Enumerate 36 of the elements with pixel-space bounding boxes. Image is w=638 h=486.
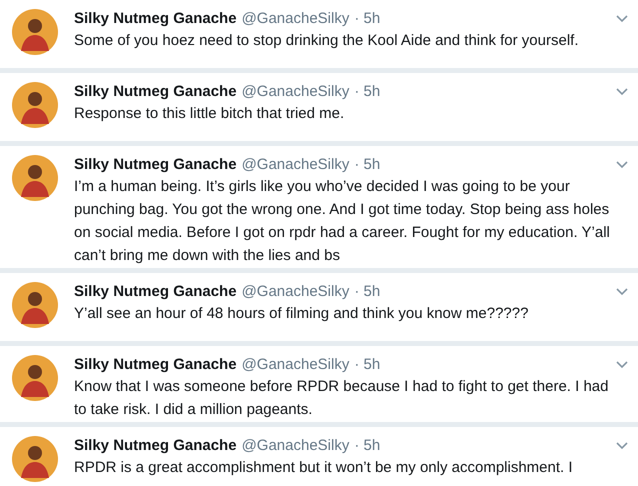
chevron-down-icon[interactable] xyxy=(616,88,628,96)
tweet-text: Y’all see an hour of 48 hours of filming and think you know me????? xyxy=(74,304,530,324)
avatar[interactable] xyxy=(12,355,58,401)
tweet-text: Response to this little bitch that tried me. xyxy=(74,104,346,124)
tweet-time[interactable]: · 5h xyxy=(354,434,380,458)
author-handle[interactable]: @GanacheSilky xyxy=(242,80,350,104)
tweet-time[interactable]: · 5h xyxy=(354,80,380,104)
author-name[interactable]: Silky Nutmeg Ganache xyxy=(74,80,237,104)
avatar[interactable] xyxy=(12,282,58,328)
chevron-down-icon[interactable] xyxy=(616,15,628,23)
chevron-down-icon[interactable] xyxy=(616,361,628,369)
tweet-text: Know that I was someone before RPDR because I had to fight to get there. I had to take risk. I did a million pageants. xyxy=(74,377,610,420)
tweet-text: Some of you hoez need to stop drinking the Kool Aide and think for yourself. xyxy=(74,31,580,51)
author-name[interactable]: Silky Nutmeg Ganache xyxy=(74,8,237,30)
author-name[interactable]: Silky Nutmeg Ganache xyxy=(74,354,237,376)
author-handle[interactable]: @GanacheSilky xyxy=(242,280,350,304)
avatar[interactable] xyxy=(12,9,58,55)
author-name[interactable]: Silky Nutmeg Ganache xyxy=(74,434,237,458)
author-handle[interactable]: @GanacheSilky xyxy=(242,154,350,176)
avatar[interactable] xyxy=(12,436,58,482)
chevron-down-icon[interactable] xyxy=(616,288,628,296)
author-handle[interactable]: @GanacheSilky xyxy=(242,434,350,458)
chevron-down-icon[interactable] xyxy=(616,442,628,450)
author-handle[interactable]: @GanacheSilky xyxy=(242,8,350,30)
tweet-text: I’m a human being. It’s girls like you who’ve decided I was going to be your punching bag. You got the wrong one. And I got time today. Stop being ass holes on social media. Before I got on rpdr had a career. Fought for my education. Y’all can’t bring me down with the lies and bs xyxy=(74,177,611,266)
avatar[interactable] xyxy=(12,82,58,128)
author-name[interactable]: Silky Nutmeg Ganache xyxy=(74,280,237,304)
tweet-time[interactable]: · 5h xyxy=(354,280,380,304)
chevron-down-icon[interactable] xyxy=(616,161,628,169)
tweet-time[interactable]: · 5h xyxy=(354,154,380,176)
author-handle[interactable]: @GanacheSilky xyxy=(242,354,350,376)
tweet-text: RPDR is a great accomplishment but it won’t be my only accomplishment. I xyxy=(74,458,574,478)
avatar[interactable] xyxy=(12,155,58,201)
tweet-time[interactable]: · 5h xyxy=(354,8,380,30)
author-name[interactable]: Silky Nutmeg Ganache xyxy=(74,154,237,176)
tweet-time[interactable]: · 5h xyxy=(354,354,380,376)
